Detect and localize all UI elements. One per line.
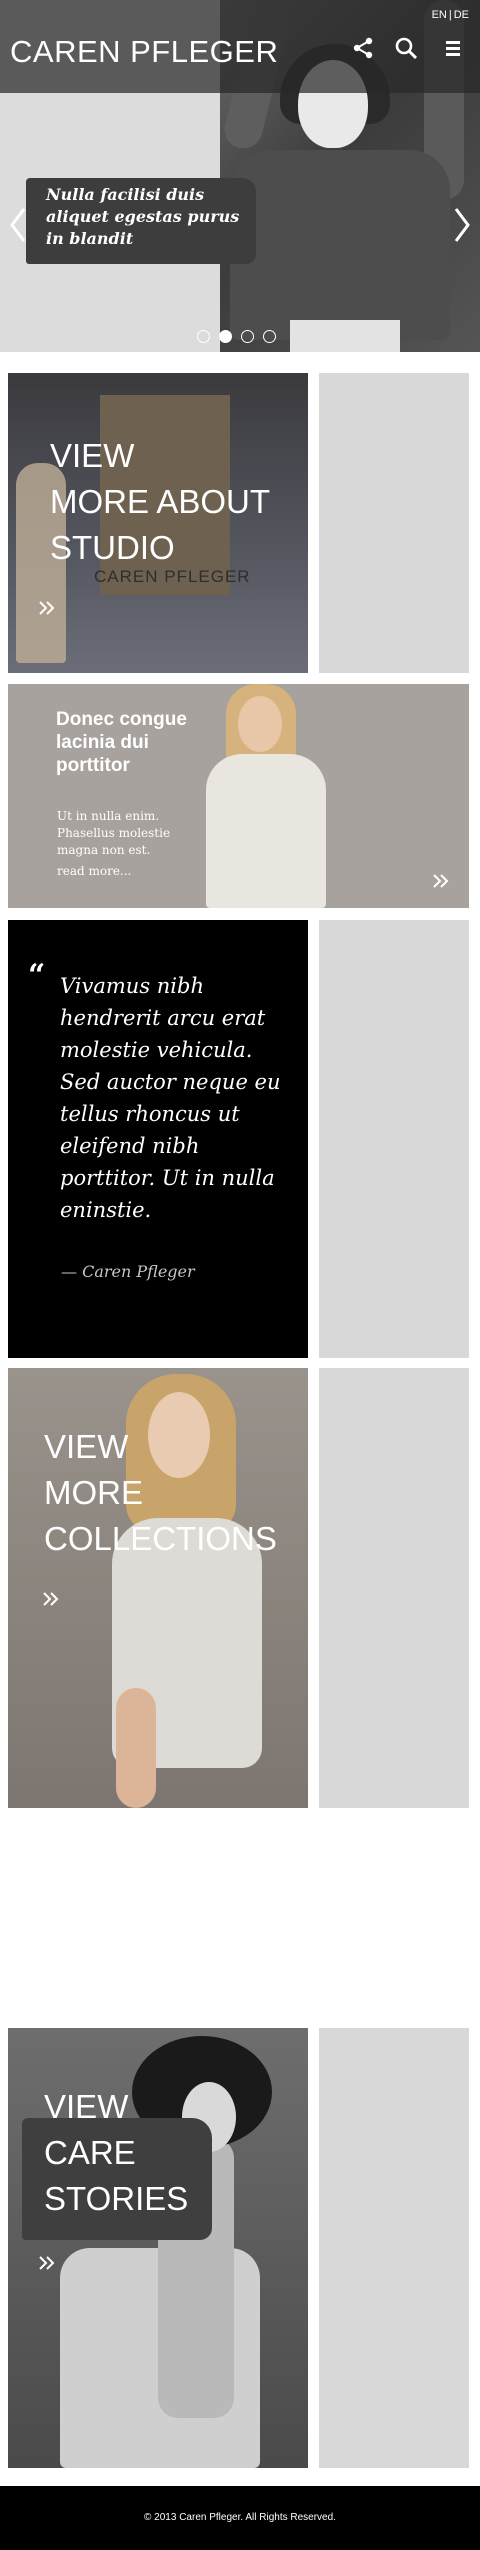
chevron-right-icon[interactable] bbox=[452, 205, 472, 245]
double-chevron-right-icon bbox=[39, 601, 55, 615]
header-bar: CAREN PFLEGER EN | DE bbox=[0, 0, 480, 93]
slider-dot[interactable] bbox=[241, 330, 254, 343]
double-chevron-right-icon bbox=[39, 2256, 55, 2270]
double-chevron-right-icon bbox=[43, 1592, 59, 1606]
slider-dot-active[interactable] bbox=[219, 330, 232, 343]
care-title-line2: CARE bbox=[44, 2134, 136, 2171]
slider-dot[interactable] bbox=[197, 330, 210, 343]
placeholder-tile bbox=[319, 920, 469, 1358]
collections-title: VIEW MORE COLLECTIONS bbox=[44, 1424, 277, 1562]
hero-caption: Nulla facilisi duis aliquet egestas puru… bbox=[26, 178, 256, 264]
quote-text: Vivamus nibh hendrerit arcu erat molesti… bbox=[60, 974, 281, 1222]
tile-studio[interactable]: CAREN PFLEGER VIEW MORE ABOUT STUDIO bbox=[8, 373, 308, 673]
placeholder-tile bbox=[319, 373, 469, 673]
collections-title-line2: MORE bbox=[44, 1474, 143, 1511]
article-image bbox=[196, 684, 336, 908]
empty-space bbox=[0, 1818, 480, 2018]
hero-slider: CAREN PFLEGER EN | DE Nulla facilisi duis … bbox=[0, 0, 480, 352]
chevron-left-icon[interactable] bbox=[8, 205, 28, 245]
slider-dots bbox=[197, 328, 285, 343]
quote-mark-icon: “ bbox=[28, 958, 46, 993]
collections-title-line1: VIEW bbox=[44, 1428, 129, 1465]
language-switcher: EN | DE bbox=[431, 9, 470, 21]
slider-dot[interactable] bbox=[263, 330, 276, 343]
language-separator: | bbox=[448, 9, 452, 21]
studio-title-line1: VIEW bbox=[50, 437, 135, 474]
site-logo[interactable]: CAREN PFLEGER bbox=[10, 34, 278, 70]
footer: © 2013 Caren Pfleger. All Rights Reserve… bbox=[0, 2486, 480, 2550]
menu-icon[interactable] bbox=[442, 36, 466, 60]
copyright-text: © 2013 Caren Pfleger. All Rights Reserve… bbox=[144, 2512, 336, 2523]
tile-collections[interactable]: VIEW MORE COLLECTIONS bbox=[8, 1368, 308, 1808]
placeholder-tile bbox=[319, 1368, 469, 1808]
share-icon[interactable] bbox=[351, 36, 375, 60]
care-title: VIEW CARE STORIES bbox=[44, 2084, 188, 2222]
article-heading: Donec congue lacinia dui porttitor bbox=[56, 709, 187, 776]
tile-article[interactable]: Donec congue lacinia dui porttitor Ut in… bbox=[8, 684, 469, 908]
tile-quote: “ Vivamus nibh hendrerit arcu erat moles… bbox=[8, 920, 308, 1358]
read-more-link[interactable]: read more... bbox=[57, 864, 131, 878]
studio-title-line3: STUDIO bbox=[50, 529, 175, 566]
quote-author: — Caren Pfleger bbox=[61, 1262, 195, 1281]
care-title-line3: STORIES bbox=[44, 2180, 189, 2217]
language-en-link[interactable]: EN bbox=[431, 9, 448, 21]
care-title-line1: VIEW bbox=[44, 2088, 129, 2125]
placeholder-tile bbox=[319, 2028, 469, 2468]
double-chevron-right-icon bbox=[433, 874, 449, 888]
search-icon[interactable] bbox=[394, 36, 418, 60]
article-excerpt: Ut in nulla enim. Phasellus molestie mag… bbox=[57, 809, 171, 857]
hero-caption-text: Nulla facilisi duis aliquet egestas puru… bbox=[46, 185, 240, 248]
language-de-link[interactable]: DE bbox=[453, 9, 470, 21]
studio-title: VIEW MORE ABOUT STUDIO bbox=[50, 433, 270, 571]
studio-title-line2: MORE ABOUT bbox=[50, 483, 271, 520]
tile-care-stories[interactable]: VIEW CARE STORIES bbox=[8, 2028, 308, 2468]
collections-title-line3: COLLECTIONS bbox=[44, 1520, 277, 1557]
